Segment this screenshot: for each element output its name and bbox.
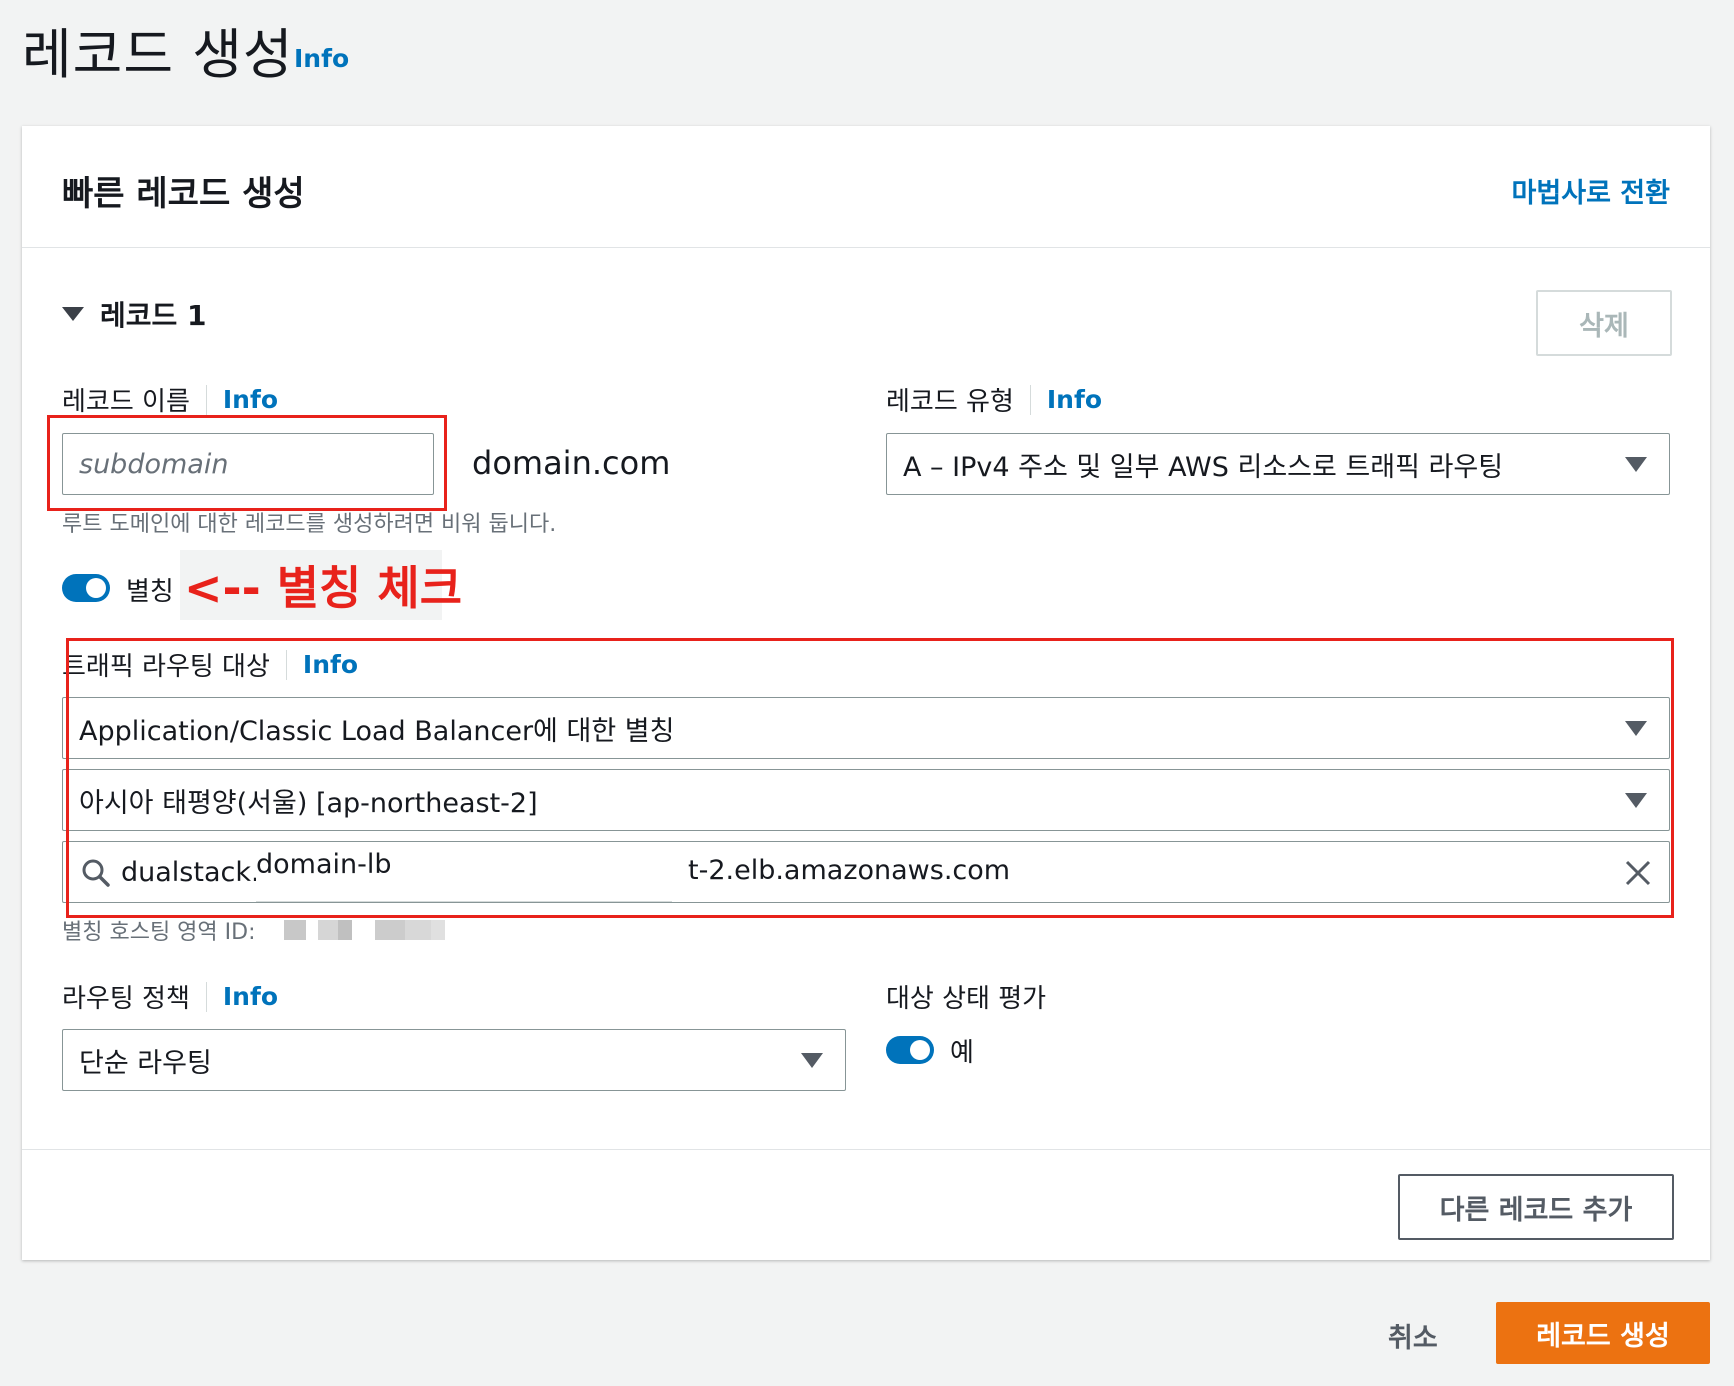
record-1-expander[interactable]: 레코드 1 [62,294,207,334]
annotation-box-record-name [47,415,447,511]
redacted-block [284,920,306,940]
label-separator [205,981,207,1012]
delete-button[interactable]: 삭제 [1536,290,1672,356]
caret-down-icon [1625,457,1647,472]
switch-to-wizard-link[interactable]: 마법사로 전환 [1512,171,1670,210]
record-type-label-row: 레코드 유형 Info [886,381,1102,418]
label-separator [205,384,207,415]
redacted-block [375,920,405,940]
caret-down-icon [62,307,84,321]
page-info-link[interactable]: Info [294,44,349,73]
card-header: 빠른 레코드 생성 마법사로 전환 [22,126,1710,248]
toggle-knob [86,578,106,598]
routing-policy-label: 라우팅 정책 [62,984,190,1014]
caret-down-icon [801,1053,823,1068]
health-toggle[interactable] [886,1036,934,1064]
record-type-value: A – IPv4 주소 및 일부 AWS 리소스로 트래픽 라우팅 [903,451,1504,483]
domain-suffix: domain.com [472,444,671,482]
create-records-button[interactable]: 레코드 생성 [1496,1302,1710,1364]
annotation-box-routing-target [66,638,1674,918]
toggle-knob [910,1040,930,1060]
routing-policy-select[interactable]: 단순 라우팅 [62,1029,846,1091]
routing-policy-label-row: 라우팅 정책 Info [62,978,278,1015]
record-type-info-link[interactable]: Info [1047,385,1102,414]
label-separator [1029,384,1031,415]
page-title: 레코드 생성 [22,23,294,86]
redacted-block [431,920,445,940]
record-name-label-row: 레코드 이름 Info [62,381,278,418]
card-title: 빠른 레코드 생성 [62,174,305,214]
routing-policy-value: 단순 라우팅 [79,1047,212,1079]
record-type-select[interactable]: A – IPv4 주소 및 일부 AWS 리소스로 트래픽 라우팅 [886,433,1670,495]
redacted-block [405,920,431,940]
alias-annotation-note: <-- 별칭 체크 [180,550,462,620]
record-heading: 레코드 1 [100,299,207,332]
redacted-block [338,920,352,940]
record-name-label: 레코드 이름 [62,387,190,417]
health-toggle-label: 예 [950,1038,974,1068]
alias-label: 별칭 [126,577,174,607]
alias-toggle[interactable] [62,574,110,602]
add-another-record-button[interactable]: 다른 레코드 추가 [1398,1174,1674,1240]
record-type-label: 레코드 유형 [886,387,1014,417]
health-label: 대상 상태 평가 [886,984,1047,1014]
cancel-button[interactable]: 취소 [1388,1316,1438,1355]
hosted-zone-label: 별칭 호스팅 영역 ID: [62,920,256,945]
routing-policy-info-link[interactable]: Info [223,982,278,1011]
card-divider [22,1149,1710,1150]
record-name-info-link[interactable]: Info [223,385,278,414]
